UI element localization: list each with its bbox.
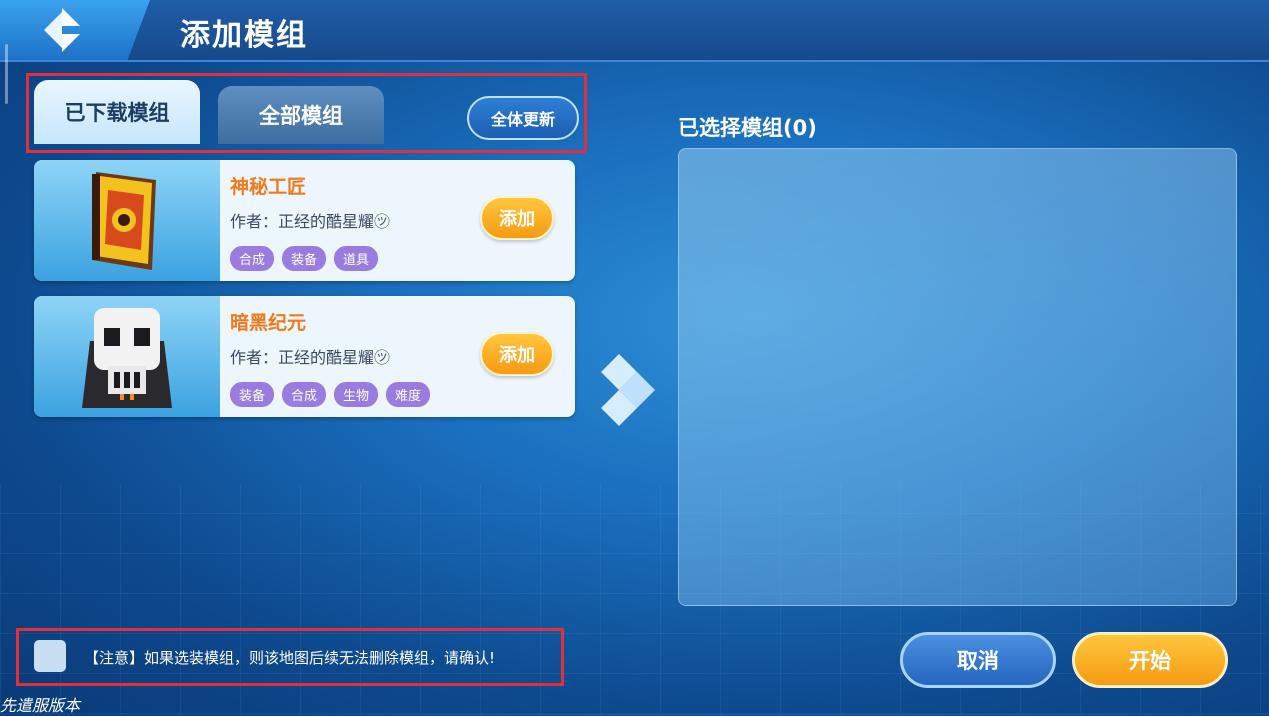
mod-card[interactable]: 神秘工匠 作者：正经的酷星耀㋡ 合成 装备 道具 添加 bbox=[34, 160, 575, 281]
add-mod-button[interactable]: 添加 bbox=[480, 196, 554, 240]
start-button[interactable]: 开始 bbox=[1072, 632, 1228, 688]
mod-tags: 装备 合成 生物 难度 bbox=[230, 382, 431, 407]
header-bar: 添加模组 bbox=[0, 0, 1269, 62]
version-label: 先遣服版本 bbox=[0, 696, 81, 715]
cancel-button[interactable]: 取消 bbox=[900, 632, 1056, 688]
skull-icon bbox=[82, 308, 172, 408]
tab-downloaded-mods[interactable]: 已下载模组 bbox=[34, 80, 200, 144]
mod-tag: 难度 bbox=[386, 382, 431, 407]
mod-name: 暗黑纪元 bbox=[230, 312, 307, 334]
selected-mods-title: 已选择模组(0) bbox=[678, 116, 817, 140]
confirm-checkbox[interactable] bbox=[34, 640, 66, 672]
scroll-indicator bbox=[5, 44, 8, 104]
mod-thumbnail bbox=[34, 160, 220, 281]
mod-author: 作者：正经的酷星耀㋡ bbox=[230, 212, 391, 231]
page-title: 添加模组 bbox=[180, 18, 308, 53]
mod-thumbnail bbox=[34, 296, 220, 417]
tab-all-mods[interactable]: 全部模组 bbox=[218, 86, 384, 144]
arrow-right-icon bbox=[601, 354, 655, 426]
mod-tag: 合成 bbox=[282, 382, 327, 407]
notice-text: 【注意】如果选装模组，则该地图后续无法删除模组，请确认! bbox=[84, 649, 496, 667]
mod-tag: 装备 bbox=[230, 382, 275, 407]
update-all-button[interactable]: 全体更新 bbox=[467, 96, 579, 140]
mod-name: 神秘工匠 bbox=[230, 176, 307, 198]
add-mod-button[interactable]: 添加 bbox=[480, 332, 554, 376]
mod-tag: 装备 bbox=[282, 246, 327, 271]
mod-card[interactable]: 暗黑纪元 作者：正经的酷星耀㋡ 装备 合成 生物 难度 添加 bbox=[34, 296, 575, 417]
back-button[interactable] bbox=[0, 0, 150, 60]
mod-tag: 道具 bbox=[334, 246, 379, 271]
mod-tags: 合成 装备 道具 bbox=[230, 246, 379, 271]
mod-tag: 合成 bbox=[230, 246, 275, 271]
mod-tag: 生物 bbox=[334, 382, 379, 407]
mod-author: 作者：正经的酷星耀㋡ bbox=[230, 348, 391, 367]
back-diamond-icon bbox=[44, 8, 80, 52]
spellbook-icon bbox=[92, 172, 156, 270]
selected-mods-panel bbox=[678, 148, 1237, 606]
